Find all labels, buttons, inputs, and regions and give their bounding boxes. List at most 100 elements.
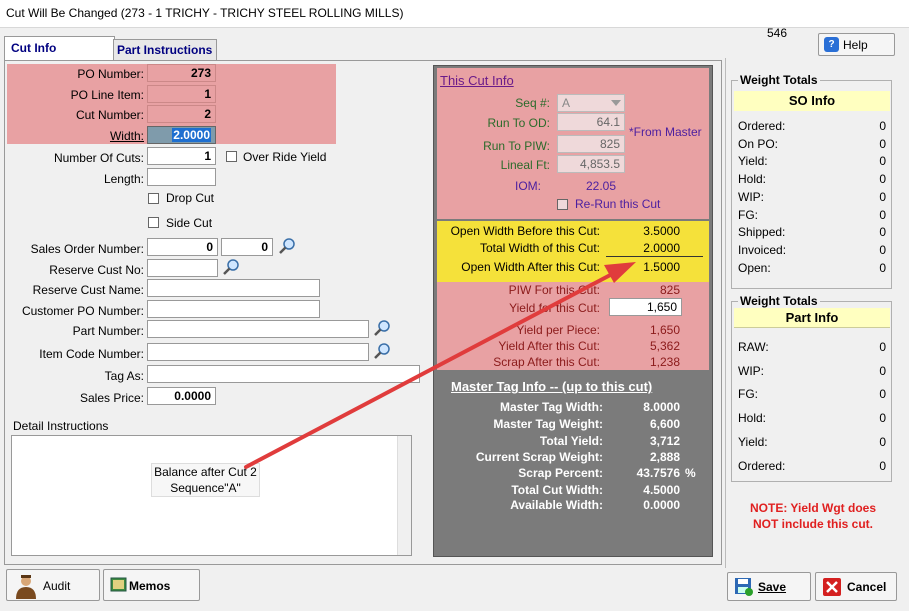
memos-button[interactable]: Memos <box>103 569 200 601</box>
part_totals-row-label: WIP: <box>738 363 764 378</box>
length-label: Length: <box>103 172 144 186</box>
run-to-od-field[interactable]: 64.1 <box>557 113 625 131</box>
help-icon: ? <box>824 37 839 52</box>
so_totals-row-label: On PO: <box>738 136 779 151</box>
part_totals-row-label: Hold: <box>738 411 767 426</box>
sales-order-search-icon[interactable] <box>277 237 297 255</box>
drop-cut-checkbox[interactable] <box>148 193 159 204</box>
reserve-cust-search-icon[interactable] <box>221 258 241 276</box>
from-master-note: *From Master <box>629 125 702 139</box>
scrap-weight-label: Current Scrap Weight: <box>475 450 603 464</box>
part_totals-row-value: 0 <box>879 434 886 449</box>
window-title: Cut Will Be Changed (273 - 1 TRICHY - TR… <box>6 6 404 20</box>
yield-note: NOTE: Yield Wgt does NOT include this cu… <box>749 501 876 531</box>
reserve-cust-no-label: Reserve Cust No: <box>49 263 144 277</box>
cut-width-value: 4.5000 <box>643 483 680 497</box>
iom-value: 22.05 <box>585 179 616 193</box>
item-code-label: Item Code Number: <box>39 347 144 361</box>
total-yield-label: Total Yield: <box>539 434 603 448</box>
tab-cut-info[interactable]: Cut Info <box>4 36 115 61</box>
item-code-field[interactable] <box>147 343 369 361</box>
lineal-ft-label: Lineal Ft: <box>500 158 550 172</box>
drop-cut-label: Drop Cut <box>166 191 215 205</box>
po-number-field[interactable]: 273 <box>147 64 216 82</box>
sum-divider <box>606 256 703 257</box>
chevron-down-icon <box>611 100 621 106</box>
part_totals-row-value: 0 <box>879 458 886 473</box>
length-field[interactable] <box>147 168 216 186</box>
total-width-value: 2.0000 <box>643 241 680 255</box>
auditor-icon <box>16 575 36 599</box>
part_totals-row-value: 0 <box>879 387 886 402</box>
audit-button[interactable]: Audit <box>6 569 100 601</box>
scrap-pct-label: Scrap Percent: <box>518 466 603 480</box>
cut-number-field[interactable]: 2 <box>147 105 216 123</box>
so_totals-row-value: 0 <box>879 260 886 275</box>
so_totals-row-value: 0 <box>879 207 886 222</box>
title-bar: Cut Will Be Changed (273 - 1 TRICHY - TR… <box>0 0 909 28</box>
so_totals-row-value: 0 <box>879 154 886 169</box>
seq-label: Seq #: <box>515 96 550 110</box>
item-code-search-icon[interactable] <box>372 342 392 360</box>
this-cut-title[interactable]: This Cut Info <box>440 73 514 88</box>
num-cuts-field[interactable]: 1 <box>147 147 216 165</box>
cancel-button[interactable]: Cancel <box>815 572 897 601</box>
sales-order-field[interactable]: 0 <box>147 238 218 256</box>
total-yield-value: 3,712 <box>649 434 680 448</box>
run-to-piw-field[interactable]: 825 <box>557 135 625 153</box>
part_totals-row-label: FG: <box>738 387 758 402</box>
customer-po-field[interactable] <box>147 300 320 318</box>
detail-line-1: Balance after Cut 2 <box>154 465 257 479</box>
so_totals-row-label: Invoiced: <box>738 242 787 257</box>
yield-cut-label: Yield for this Cut: <box>509 301 600 315</box>
help-label: Help <box>843 38 868 52</box>
rerun-checkbox[interactable] <box>557 199 568 210</box>
reserve-cust-name-label: Reserve Cust Name: <box>32 283 144 297</box>
width-label: Width: <box>109 129 144 143</box>
sidebar-divider <box>725 58 726 568</box>
scrap-after-value: 1,238 <box>649 355 680 369</box>
override-yield-checkbox[interactable] <box>226 151 237 162</box>
seq-select[interactable]: A <box>557 94 625 112</box>
master-width-value: 8.0000 <box>643 400 680 414</box>
so_totals-row-label: WIP: <box>738 189 764 204</box>
part-number-search-icon[interactable] <box>372 319 392 337</box>
save-button[interactable]: Save <box>727 572 811 601</box>
part-number-label: Part Number: <box>72 324 144 338</box>
run-to-piw-label: Run To PIW: <box>483 139 550 153</box>
yield-cut-field[interactable]: 1,650 <box>609 298 682 316</box>
avail-width-value: 0.0000 <box>643 498 680 512</box>
po-line-field[interactable]: 1 <box>147 85 216 103</box>
scrap-after-label: Scrap After this Cut: <box>493 355 600 369</box>
sales-order-line-field[interactable]: 0 <box>221 238 273 256</box>
po-number-label: PO Number: <box>77 67 144 81</box>
cut-width-label: Total Cut Width: <box>511 483 603 497</box>
customer-po-label: Customer PO Number: <box>21 304 144 318</box>
so_totals-row-label: Yield: <box>738 154 768 169</box>
so_totals-row-label: FG: <box>738 207 758 222</box>
part-info-header: Part Info <box>734 308 890 328</box>
so_totals-row-label: Shipped: <box>738 225 786 240</box>
so_totals-row-value: 0 <box>879 242 886 257</box>
part-totals-group-title: Weight Totals <box>738 294 820 308</box>
so-totals-group-title: Weight Totals <box>738 73 820 87</box>
help-button[interactable]: ? Help <box>818 33 895 56</box>
sales-price-field[interactable]: 0.0000 <box>147 387 216 405</box>
avail-width-label: Available Width: <box>510 498 603 512</box>
lineal-ft-field[interactable]: 4,853.5 <box>557 155 625 173</box>
tab-part-instructions[interactable]: Part Instructions <box>113 39 217 61</box>
yield-after-value: 5,362 <box>649 339 680 353</box>
side-cut-checkbox[interactable] <box>148 217 159 228</box>
scrap-pct-value: 43.7576 <box>636 466 680 480</box>
width-field[interactable]: 2.0000 <box>147 126 216 144</box>
master-weight-label: Master Tag Weight: <box>493 417 603 431</box>
run-to-od-label: Run To OD: <box>487 116 550 130</box>
part-number-field[interactable] <box>147 320 369 338</box>
reserve-cust-name-field[interactable] <box>147 279 320 297</box>
detail-instructions-textarea[interactable]: Balance after Cut 2 Sequence"A" <box>11 435 412 556</box>
master-tag-title: Master Tag Info -- (up to this cut) <box>451 379 653 394</box>
tag-as-field[interactable] <box>147 365 420 383</box>
textarea-scrollbar[interactable] <box>397 436 411 555</box>
reserve-cust-no-field[interactable] <box>147 259 218 277</box>
part_totals-row-label: Ordered: <box>738 458 786 473</box>
